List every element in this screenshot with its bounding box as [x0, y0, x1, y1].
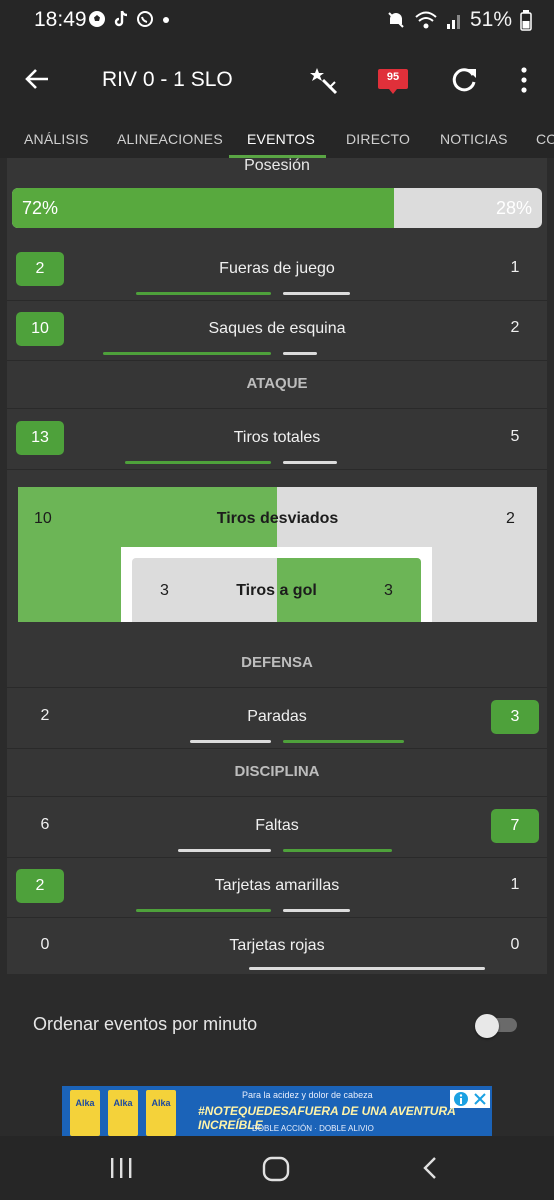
tab-eventos[interactable]: EVENTOS [247, 131, 315, 147]
shots-on-label: Tiros a gol [236, 582, 317, 599]
saves-home-bar [190, 740, 271, 743]
stat-row-red-cards: 0 Tarjetas rojas 0 [7, 918, 547, 974]
offsides-away-bar [283, 292, 350, 295]
back-arrow-icon[interactable] [24, 66, 50, 92]
total-shots-away-value: 5 [510, 428, 520, 445]
shots-on-box: 3 Tiros a gol 3 [132, 558, 421, 622]
ad-line-1: Para la acidez y dolor de cabeza [242, 1090, 373, 1100]
corners-away-bar [283, 352, 317, 355]
dot-icon [163, 17, 169, 23]
toggle-knob [475, 1014, 499, 1038]
tiktok-icon [114, 10, 128, 27]
red-cards-label: Tarjetas rojas [229, 937, 325, 954]
stat-row-corners: 10 Saques de esquina 2 [7, 301, 547, 361]
red-cards-away-value: 0 [510, 936, 520, 953]
tab-alineaciones[interactable]: ALINEACIONES [117, 131, 223, 147]
offsides-away-value: 1 [510, 259, 520, 276]
saves-away-bar [283, 740, 404, 743]
ad-close-icon[interactable] [472, 1091, 488, 1107]
status-time: 18:49 [34, 8, 87, 31]
possession-label: Posesión [244, 157, 310, 174]
wifi-icon [415, 11, 437, 29]
yellow-cards-away-bar [283, 909, 350, 912]
stat-row-total-shots: 13 Tiros totales 5 [7, 410, 547, 470]
fouls-home-bar [178, 849, 271, 852]
corners-away-value: 2 [510, 319, 520, 336]
more-vert-icon[interactable] [516, 66, 532, 94]
refresh-icon[interactable] [450, 66, 478, 94]
battery-icon [520, 10, 532, 31]
shots-breakdown: 10 Tiros desviados 2 3 Tiros a gol 3 [18, 487, 537, 622]
possession-away-value: 28% [495, 198, 532, 218]
section-attack-heading: ATAQUE [7, 361, 547, 409]
ad-banner[interactable]: Alka Alka Alka Para la acidez y dolor de… [62, 1086, 492, 1136]
sort-events-setting: Ordenar eventos por minuto [0, 996, 554, 1052]
corners-label: Saques de esquina [208, 320, 346, 337]
offsides-home-bar [136, 292, 271, 295]
status-bar: 18:49 51% [0, 0, 554, 44]
match-title: RIV 0 - 1 SLO [102, 68, 233, 91]
stat-row-yellow-cards: 2 Tarjetas amarillas 1 [7, 858, 547, 918]
possession-home-fill [12, 188, 394, 228]
saves-away-value: 3 [491, 700, 539, 734]
corners-home-bar [103, 352, 271, 355]
yellow-cards-away-value: 1 [510, 876, 520, 893]
stat-row-fouls: 6 Faltas 7 [7, 798, 547, 858]
fouls-away-bar [283, 849, 392, 852]
signal-icon [446, 15, 460, 29]
tab-noticias[interactable]: NOTICIAS [440, 131, 508, 147]
shots-on-away-value: 3 [384, 582, 393, 599]
yellow-cards-label: Tarjetas amarillas [214, 877, 340, 894]
ad-product-image: Alka [146, 1090, 176, 1136]
fouls-label: Faltas [255, 817, 299, 834]
battery-level: 51% [469, 8, 512, 31]
tab-analisis[interactable]: ANÁLISIS [24, 131, 89, 147]
total-shots-away-bar [283, 461, 337, 464]
section-discipline-heading: DISCIPLINA [7, 749, 547, 797]
tab-more[interactable]: CO [536, 131, 554, 147]
offsides-label: Fueras de juego [219, 260, 335, 277]
shots-off-label: Tiros desviados [216, 510, 339, 527]
magic-wand-icon[interactable] [309, 66, 339, 96]
saves-label: Paradas [247, 708, 307, 725]
app-bar: RIV 0 - 1 SLO 95 [0, 44, 554, 118]
ad-line-3: DOBLE ACCIÓN · DOBLE ALIVIO [252, 1124, 374, 1133]
home-icon[interactable] [262, 1156, 290, 1182]
red-cards-bar [249, 967, 485, 970]
back-nav-icon[interactable] [420, 1156, 440, 1180]
soccer-ball-icon [89, 11, 105, 27]
mute-icon [388, 12, 404, 28]
ad-product-image: Alka [70, 1090, 100, 1136]
stat-row-offsides: 2 Fueras de juego 1 [7, 241, 547, 301]
section-defense-heading: DEFENSA [7, 640, 547, 688]
system-nav-bar [0, 1136, 554, 1200]
tab-bar: ANÁLISIS ALINEACIONES EVENTOS DIRECTO NO… [0, 118, 554, 158]
notifications-button[interactable]: 95 [377, 68, 409, 101]
total-shots-home-bar [125, 461, 271, 464]
whatsapp-icon [137, 11, 153, 27]
total-shots-label: Tiros totales [233, 429, 321, 446]
shots-off-away-value: 2 [506, 510, 515, 527]
sort-events-toggle[interactable] [475, 1014, 517, 1038]
possession-bar: 72% 28% [12, 188, 542, 228]
fouls-away-value: 7 [491, 809, 539, 843]
stat-row-saves: 2 Paradas 3 [7, 689, 547, 749]
recent-apps-icon[interactable] [108, 1156, 134, 1180]
notification-count: 95 [386, 71, 400, 83]
possession-home-value: 72% [22, 198, 59, 218]
ad-product-image: Alka [108, 1090, 138, 1136]
sort-events-label: Ordenar eventos por minuto [33, 1014, 258, 1034]
yellow-cards-home-bar [136, 909, 271, 912]
ad-choices[interactable] [450, 1090, 490, 1108]
ad-info-icon[interactable] [452, 1090, 470, 1108]
tab-directo[interactable]: DIRECTO [346, 131, 410, 147]
